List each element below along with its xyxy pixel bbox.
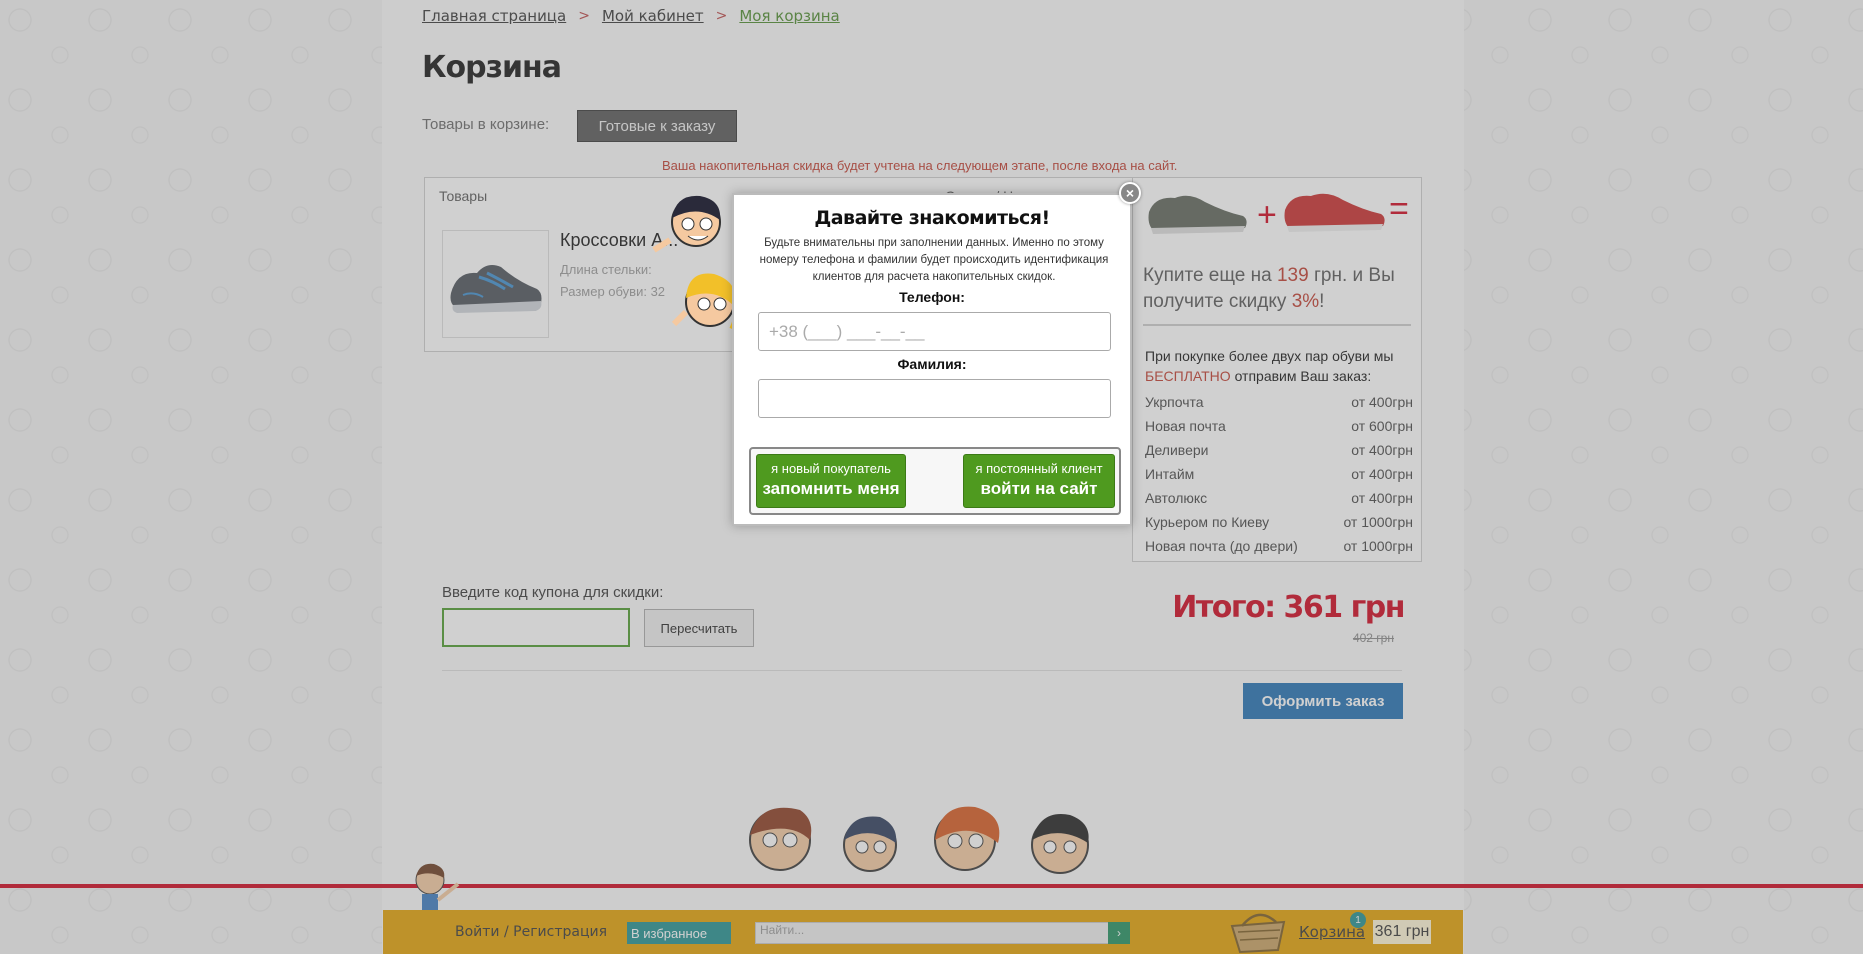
new-buyer-big: запомнить меня [762, 479, 900, 498]
regular-small: я постоянный клиент [975, 461, 1103, 476]
surname-input[interactable] [758, 379, 1111, 418]
close-icon[interactable]: × [1119, 182, 1141, 204]
login-modal: Давайте знакомиться! Будьте внимательны … [732, 193, 1132, 526]
new-buyer-button[interactable]: я новый покупатель запомнить меня [756, 454, 906, 508]
phone-label: Телефон: [899, 289, 965, 305]
modal-title: Давайте знакомиться! [814, 207, 1050, 229]
surname-label: Фамилия: [897, 356, 967, 372]
phone-input[interactable]: +38 (___) ___-__-__ [758, 312, 1111, 351]
regular-big: войти на сайт [980, 479, 1098, 498]
modal-buttons-frame: я новый покупатель запомнить меня я пост… [749, 447, 1121, 515]
regular-client-button[interactable]: я постоянный клиент войти на сайт [963, 454, 1115, 508]
new-buyer-small: я новый покупатель [771, 461, 891, 476]
modal-description: Будьте внимательны при заполнении данных… [759, 237, 1109, 283]
